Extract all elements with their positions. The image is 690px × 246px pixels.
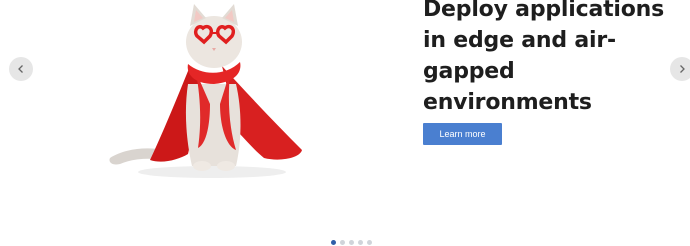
- carousel-dot-5[interactable]: [367, 240, 372, 245]
- carousel-next-button[interactable]: [670, 57, 690, 81]
- carousel-dot-3[interactable]: [349, 240, 354, 245]
- carousel-dot-4[interactable]: [358, 240, 363, 245]
- hero-carousel: Deploy applications in edge and air-gapp…: [0, 0, 690, 246]
- carousel-dot-2[interactable]: [340, 240, 345, 245]
- carousel-pagination: [331, 240, 372, 245]
- chevron-left-icon: [18, 65, 23, 73]
- learn-more-button[interactable]: Learn more: [423, 123, 502, 145]
- carousel-dot-1[interactable]: [331, 240, 336, 245]
- carousel-headline: Deploy applications in edge and air-gapp…: [423, 0, 665, 115]
- cat-in-cape-image: [109, 4, 302, 178]
- carousel-prev-button[interactable]: [9, 57, 33, 81]
- chevron-right-icon: [680, 65, 685, 73]
